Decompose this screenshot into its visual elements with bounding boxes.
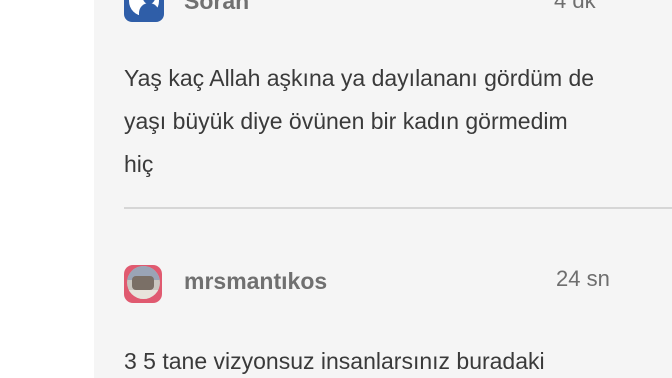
avatar[interactable] [124, 0, 164, 22]
screen: Soran 4 dk Yaş kaç Allah aşkına ya dayıl… [0, 0, 672, 378]
comment-text-line: 3 5 tane vizyonsuz insanlarsınız buradak… [124, 348, 545, 374]
comment-text: 3 5 tane vizyonsuz insanlarsınız buradak… [124, 340, 654, 378]
comment-username[interactable]: Soran [184, 0, 249, 15]
comment-username[interactable]: mrsmantıkos [184, 268, 327, 295]
comment-timestamp: 24 sn [556, 266, 610, 291]
profile-photo-icon [127, 266, 160, 299]
comment-text: Yaş kaç Allah aşkına ya dayılananı gördü… [124, 57, 654, 186]
left-margin [0, 0, 94, 378]
comment-timestamp: 4 dk [554, 0, 596, 13]
comment-header: Soran 4 dk [122, 0, 642, 24]
more-options-icon[interactable] [632, 0, 644, 4]
comment-text-line: hiç [124, 151, 154, 177]
avatar[interactable] [124, 265, 162, 303]
comment-divider [124, 207, 672, 209]
comment-feed[interactable]: Soran 4 dk Yaş kaç Allah aşkına ya dayıl… [94, 0, 672, 378]
user-silhouette-icon [129, 0, 159, 17]
comment-text-line: yaşı büyük diye övünen bir kadın görmedi… [124, 108, 568, 134]
comment-text-line: Yaş kaç Allah aşkına ya dayılananı gördü… [124, 65, 595, 91]
